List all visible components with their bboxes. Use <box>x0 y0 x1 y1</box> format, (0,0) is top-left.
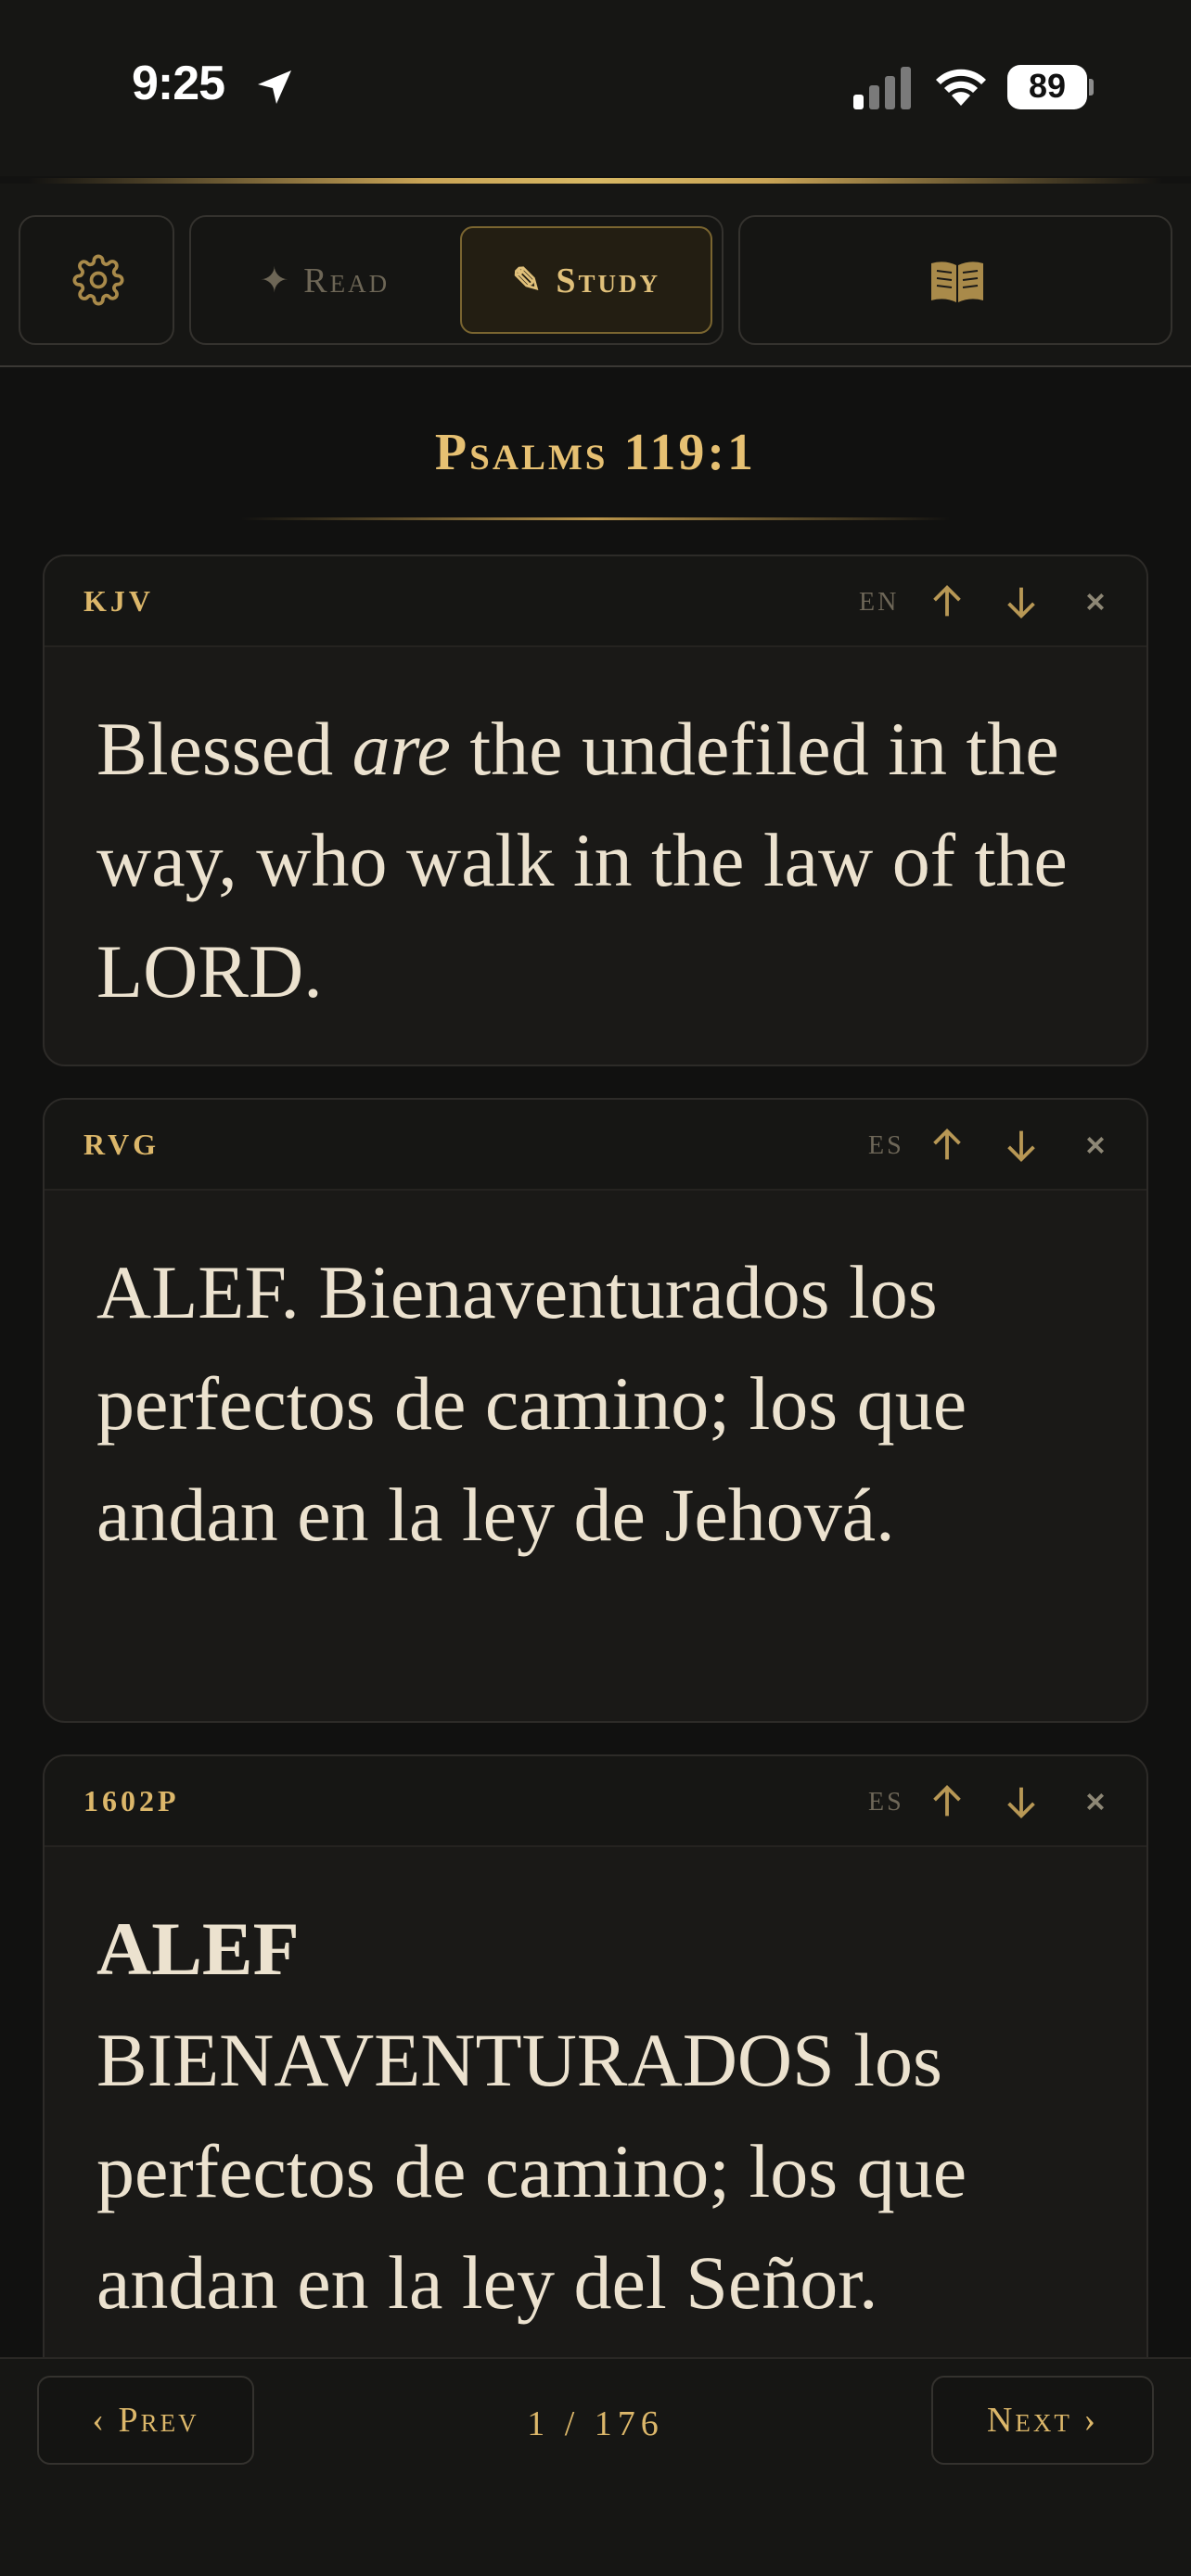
arrow-down-icon[interactable] <box>1000 580 1043 623</box>
card-language: EN <box>859 588 900 617</box>
card-header: RVG ES <box>45 1100 1146 1191</box>
study-mode-button[interactable]: ✎ Study <box>460 226 712 334</box>
verse-text-italic: are <box>352 707 451 791</box>
verse-text: ALEF BIENAVENTURADOS los perfectos de cam… <box>96 1894 1126 2339</box>
book-selector-button[interactable] <box>738 215 1172 345</box>
card-version-label: 1602P <box>83 1784 180 1817</box>
mode-toggle: ✦ Read ✎ Study <box>189 215 724 345</box>
battery-level: 89 <box>1028 67 1067 105</box>
verse-text-bold: ALEF <box>96 1906 300 1991</box>
close-icon[interactable] <box>1074 1124 1117 1167</box>
arrow-down-icon[interactable] <box>1000 1780 1043 1823</box>
toolbar: ✦ Read ✎ Study <box>0 184 1191 367</box>
status-bar: 9:25 89 <box>0 0 1191 176</box>
battery-cap <box>1089 79 1094 96</box>
page-indicator: 1 / 176 <box>527 2404 664 2443</box>
settings-button[interactable] <box>19 215 174 345</box>
bottom-navigation: ‹ Prev 1 / 176 Next › <box>0 2357 1191 2576</box>
gear-icon <box>72 254 124 306</box>
card-version-label: KJV <box>83 584 154 618</box>
translation-card-kjv: KJV EN Blessed are the undefiled in the … <box>43 555 1148 1066</box>
close-icon[interactable] <box>1074 580 1117 623</box>
location-arrow-icon <box>258 70 291 104</box>
reference-divider <box>241 517 950 520</box>
verse-content[interactable]: Psalms 119:1 KJV EN Blessed are the unde… <box>0 369 1191 2357</box>
arrow-down-icon[interactable] <box>1000 1124 1043 1167</box>
open-book-icon <box>931 261 983 302</box>
arrow-up-icon[interactable] <box>926 1124 968 1167</box>
verse-text-part: Blessed <box>96 707 352 791</box>
prev-button[interactable]: ‹ Prev <box>37 2376 254 2465</box>
arrow-up-icon[interactable] <box>926 1780 968 1823</box>
card-language: ES <box>868 1131 904 1160</box>
verse-text-part: BIENAVENTURADOS los perfectos de camino;… <box>96 2018 967 2325</box>
card-version-label: RVG <box>83 1128 160 1161</box>
translation-card-1602p: 1602P ES ALEF BIENAVENTURADOS los perfect… <box>43 1754 1148 2357</box>
arrow-up-icon[interactable] <box>926 580 968 623</box>
status-time: 9:25 <box>132 57 225 110</box>
card-header: 1602P ES <box>45 1756 1146 1847</box>
read-mode-button[interactable]: ✦ Read <box>206 226 443 334</box>
verse-reference: Psalms 119:1 <box>434 424 757 481</box>
card-language: ES <box>868 1788 904 1817</box>
verse-text: ALEF. Bienaventurados los perfectos de c… <box>96 1250 967 1557</box>
next-button[interactable]: Next › <box>931 2376 1154 2465</box>
verse-text: Blessed are the undefiled in the way, wh… <box>96 694 1126 1027</box>
wifi-icon <box>936 69 986 106</box>
translation-card-rvg: RVG ES ALEF. Bienaventurados los perfect… <box>43 1098 1148 1723</box>
close-icon[interactable] <box>1074 1780 1117 1823</box>
card-header: KJV EN <box>45 556 1146 647</box>
cellular-signal-icon <box>853 67 911 109</box>
